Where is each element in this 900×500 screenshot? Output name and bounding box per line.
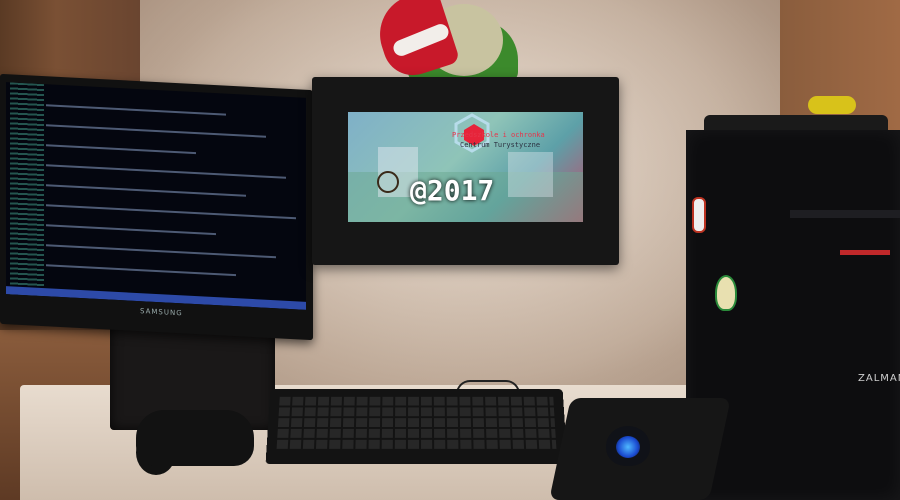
tower-brand: ZALMAN [858,373,900,384]
terminal-line [46,104,226,116]
photo-scene: SAMSUNG Przedszkole i ochronka Centrum T… [0,0,900,500]
terminal-line [46,244,276,259]
terminal-line [46,224,216,236]
yellow-keychain [808,96,856,114]
terminal-column [10,82,44,297]
center-monitor-screen: Przedszkole i ochronka Centrum Turystycz… [348,112,583,222]
terminal-line [46,124,266,138]
screen-subtitle-1: Przedszkole i ochronka [452,131,545,139]
screen-subtitle-2: Centrum Turystyczne [460,141,541,149]
terminal-status-bar [6,286,306,310]
left-monitor-brand: SAMSUNG [140,307,183,318]
drive-bay [790,210,900,218]
terminal-line [46,144,196,155]
leaf-sticker-icon [715,275,737,311]
terminal-line [46,184,246,197]
mouse-logo-glow-icon [616,436,640,458]
left-monitor-terminal-screen [6,82,306,310]
terminal-line [46,164,286,179]
keyboard-keys [276,396,557,451]
terminal-line [46,204,296,220]
tower-red-strip [840,250,890,255]
gamepad [136,410,254,466]
screen-year-label: @2017 [410,174,495,207]
terminal-line [46,264,236,277]
keyboard [265,389,568,465]
sticker-badge-icon [692,197,706,233]
left-monitor: SAMSUNG [0,73,313,341]
center-monitor: Przedszkole i ochronka Centrum Turystycz… [312,77,619,265]
